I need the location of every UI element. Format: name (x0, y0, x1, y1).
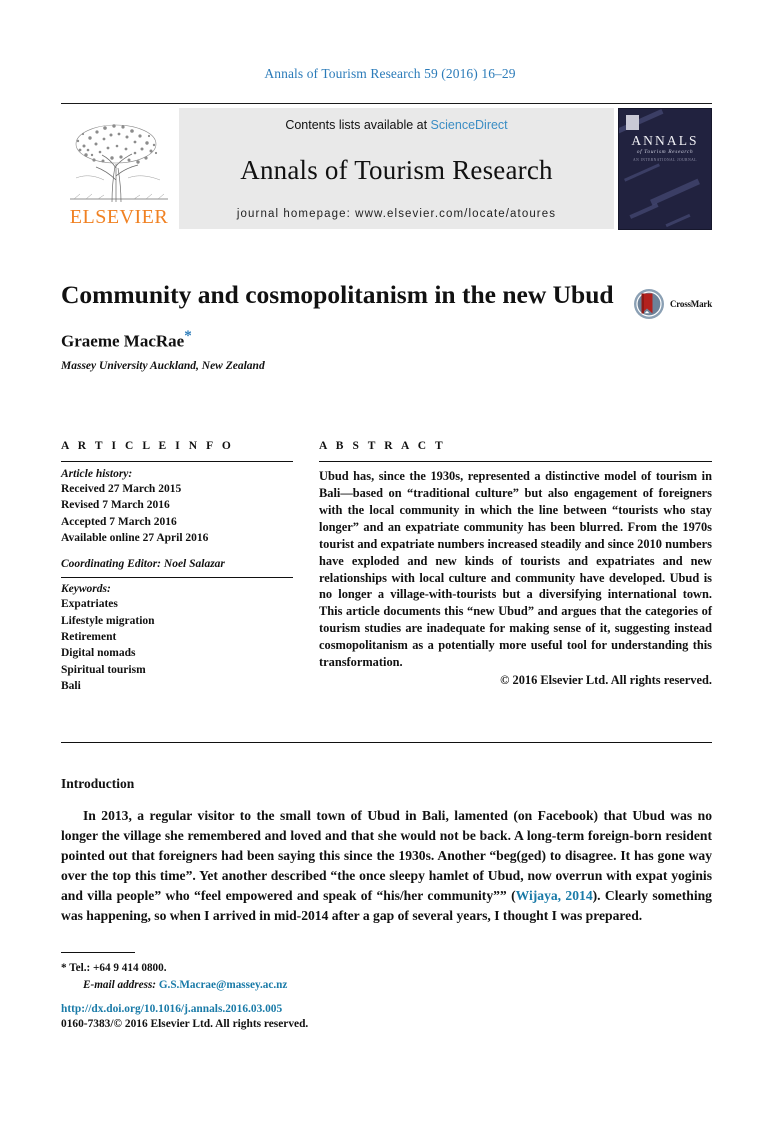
footnote-email: E-mail address: G.S.Macrae@massey.ac.nz (61, 977, 561, 994)
citation-link-wijaya[interactable]: Wijaya, 2014 (516, 888, 593, 903)
body-section: Introduction In 2013, a regular visitor … (61, 776, 712, 926)
introduction-paragraph: In 2013, a regular visitor to the small … (61, 806, 712, 926)
keyword-item: Lifestyle migration (61, 614, 155, 627)
article-history-revised: Revised 7 March 2016 (61, 499, 170, 512)
cover-subtitle: of Tourism Research (636, 149, 694, 155)
footnote-separator (61, 952, 135, 953)
abstract-rule (319, 461, 712, 462)
cover-streak (624, 163, 660, 182)
journal-name: Annals of Tourism Research (240, 154, 553, 185)
keyword-item: Bali (61, 679, 81, 692)
doi-link[interactable]: http://dx.doi.org/10.1016/j.annals.2016.… (61, 1002, 561, 1017)
author-footnote-marker[interactable]: * (184, 328, 192, 344)
paper-page: Annals of Tourism Research 59 (2016) 16–… (0, 0, 780, 1134)
footer-block: http://dx.doi.org/10.1016/j.annals.2016.… (61, 1002, 561, 1032)
article-history-heading: Article history: (61, 468, 133, 480)
keyword-item: Digital nomads (61, 647, 136, 660)
footnotes-block: * Tel.: +64 9 414 0800. E-mail address: … (61, 960, 561, 994)
article-info-column: A R T I C L E I N F O Article history: R… (61, 440, 293, 694)
crossmark-label: CrossMark (669, 299, 712, 309)
cover-streak (629, 203, 659, 219)
issn-copyright-line: 0160-7383/© 2016 Elsevier Ltd. All right… (61, 1018, 309, 1031)
title-block: Community and cosmopolitanism in the new… (61, 280, 712, 372)
footnote-tel: * Tel.: +64 9 414 0800. (61, 960, 561, 977)
cover-publisher-badge (626, 115, 639, 130)
journal-homepage-link[interactable]: journal homepage: www.elsevier.com/locat… (237, 208, 556, 220)
abstract-copyright: © 2016 Elsevier Ltd. All rights reserved… (500, 673, 712, 688)
body-divider (61, 742, 712, 743)
abstract-column: A B S T R A C T Ubud has, since the 1930… (319, 440, 712, 694)
crossmark-icon (633, 289, 664, 319)
keywords-list: Expatriates Lifestyle migration Retireme… (61, 596, 293, 694)
article-history-received: Received 27 March 2015 (61, 483, 182, 495)
author-affiliation: Massey University Auckland, New Zealand (61, 359, 265, 372)
article-info-rule (61, 461, 293, 462)
keywords-heading: Keywords: (61, 583, 111, 596)
cover-title: ANNALS (631, 133, 699, 148)
contents-prefix-text: Contents lists available at (285, 118, 431, 132)
elsevier-wordmark: ELSEVIER (69, 206, 169, 228)
cover-streak (650, 178, 700, 206)
masthead-center-panel: Contents lists available at ScienceDirec… (179, 108, 614, 229)
cover-subtitle-secondary: AN INTERNATIONAL JOURNAL (633, 158, 697, 162)
journal-masthead: ELSEVIER Contents lists available at Sci… (61, 103, 712, 230)
running-head: Annals of Tourism Research 59 (2016) 16–… (264, 66, 516, 81)
journal-cover-thumbnail[interactable]: ANNALS of Tourism Research AN INTERNATIO… (618, 108, 712, 230)
footnote-email-link[interactable]: G.S.Macrae@massey.ac.nz (159, 979, 287, 991)
elsevier-logo: ELSEVIER (61, 108, 177, 229)
article-history-available-online: Available online 27 April 2016 (61, 531, 209, 544)
author-name: Graeme MacRae* (61, 328, 712, 352)
author-label: Graeme MacRae (61, 331, 185, 351)
sciencedirect-link[interactable]: ScienceDirect (431, 118, 508, 132)
coordinating-editor: Coordinating Editor: Noel Salazar (61, 558, 225, 571)
crossmark-badge[interactable]: CrossMark (633, 288, 712, 320)
article-info-heading: A R T I C L E I N F O (61, 440, 234, 452)
section-heading-introduction: Introduction (61, 776, 135, 791)
article-history-accepted: Accepted 7 March 2016 (61, 515, 177, 528)
keyword-item: Spiritual tourism (61, 663, 146, 676)
contents-available-line: Contents lists available at ScienceDirec… (285, 118, 507, 132)
keyword-item: Expatriates (61, 598, 118, 611)
cover-streak (665, 213, 691, 228)
page-title: Community and cosmopolitanism in the new… (61, 280, 614, 309)
footnote-email-label: E-mail address: (83, 978, 157, 991)
footnote-marker: * (61, 962, 67, 974)
keywords-rule (61, 577, 293, 579)
footnote-tel-text: Tel.: +64 9 414 0800. (69, 962, 167, 974)
elsevier-tree-icon (70, 124, 168, 203)
abstract-text: Ubud has, since the 1930s, represented a… (319, 469, 712, 670)
abstract-heading: A B S T R A C T (319, 440, 446, 452)
info-abstract-row: A R T I C L E I N F O Article history: R… (61, 440, 712, 694)
keyword-item: Retirement (61, 630, 117, 643)
